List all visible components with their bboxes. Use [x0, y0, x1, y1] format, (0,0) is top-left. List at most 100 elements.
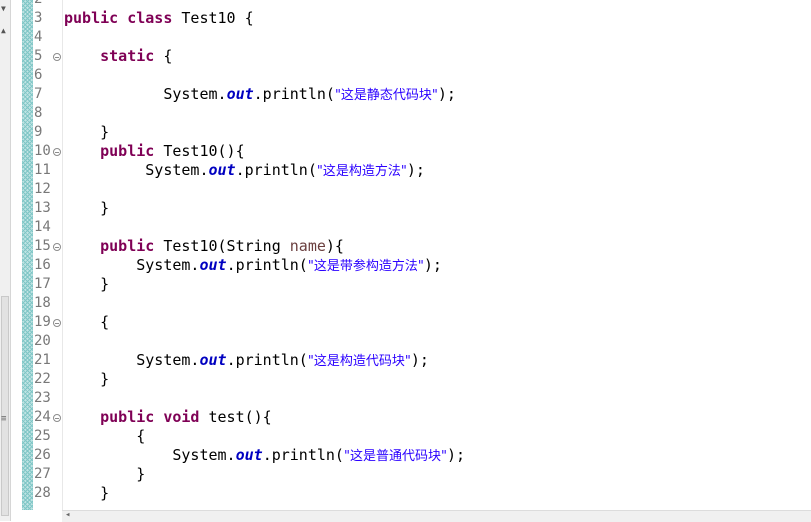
collapse-minus-icon[interactable] — [53, 148, 61, 156]
line-number: 25 — [34, 428, 51, 444]
field-token: out — [208, 161, 236, 179]
line-number: 16 — [34, 257, 51, 273]
code-line[interactable]: System.out.println("这是构造代码块"); — [64, 351, 429, 370]
keyword-token: public — [100, 237, 155, 255]
collapse-minus-icon[interactable] — [53, 319, 61, 327]
code-line[interactable]: } — [64, 465, 145, 484]
code-token: } — [64, 123, 110, 141]
code-token: Test10(){ — [154, 142, 245, 160]
code-token: System. — [64, 256, 200, 274]
line-number: 26 — [34, 447, 51, 463]
keyword-token: public void — [100, 408, 200, 426]
line-number: 13 — [34, 200, 51, 216]
line-number: 6 — [34, 67, 43, 83]
code-line[interactable]: System.out.println("这是静态代码块"); — [64, 85, 456, 104]
parameter-token: name — [289, 237, 326, 255]
code-line[interactable]: static { — [64, 47, 172, 66]
code-token: test(){ — [199, 408, 272, 426]
code-line[interactable]: public void test(){ — [64, 408, 272, 427]
code-token: } — [64, 465, 146, 483]
string-token: "这是带参构造方法" — [307, 259, 424, 274]
line-number: 11 — [34, 162, 51, 178]
code-token: ); — [446, 446, 465, 464]
line-number: 9 — [34, 124, 43, 140]
field-token: out — [199, 256, 227, 274]
code-token: ){ — [325, 237, 344, 255]
code-token: Test10 { — [172, 9, 254, 27]
collapse-minus-icon[interactable] — [53, 414, 61, 422]
keyword-token: public — [100, 142, 155, 160]
line-number: 17 — [34, 276, 51, 292]
horizontal-scrollbar[interactable]: ◂ — [62, 510, 811, 522]
code-token: .println( — [262, 446, 344, 464]
code-token: ); — [410, 351, 429, 369]
code-token: System. — [64, 85, 227, 103]
code-token: } — [64, 199, 110, 217]
collapse-minus-icon[interactable] — [53, 243, 61, 251]
left-arrow-icon[interactable]: ◂ — [65, 510, 70, 520]
line-number: 23 — [34, 390, 51, 406]
code-line[interactable]: } — [64, 199, 109, 218]
field-token: out — [226, 85, 254, 103]
chevron-up-icon[interactable]: ▲ — [1, 26, 6, 35]
code-token: ); — [423, 256, 442, 274]
line-number: 8 — [34, 105, 43, 121]
code-token: { — [64, 427, 146, 445]
code-line[interactable]: System.out.println("这是构造方法"); — [64, 161, 425, 180]
overview-ruler — [22, 0, 33, 510]
code-line[interactable]: public Test10(){ — [64, 142, 245, 161]
code-line[interactable]: public Test10(String name){ — [64, 237, 344, 256]
code-line[interactable]: { — [64, 313, 109, 332]
line-number: 28 — [34, 485, 51, 501]
line-number: 2 — [34, 0, 64, 9]
code-line[interactable]: } — [64, 484, 109, 503]
code-token: .println( — [253, 85, 335, 103]
line-number: 4 — [34, 29, 43, 45]
code-token: .println( — [235, 161, 317, 179]
collapse-minus-icon[interactable] — [53, 53, 61, 61]
code-token: ); — [437, 85, 456, 103]
code-line[interactable]: System.out.println("这是普通代码块"); — [64, 446, 465, 465]
code-token: System. — [64, 161, 209, 179]
line-number: 21 — [34, 352, 51, 368]
line-number: 14 — [34, 219, 51, 235]
code-line[interactable]: public class Test10 { — [64, 9, 254, 28]
field-token: out — [199, 351, 227, 369]
code-token: } — [64, 275, 110, 293]
line-number: 27 — [34, 466, 51, 482]
string-token: "这是静态代码块" — [334, 88, 438, 103]
code-token: System. — [64, 351, 200, 369]
line-number: 7 — [34, 86, 43, 102]
code-token: } — [64, 484, 110, 502]
string-token: "这是普通代码块" — [343, 449, 447, 464]
code-token: { — [154, 47, 173, 65]
line-number: 18 — [34, 295, 51, 311]
code-token: System. — [64, 446, 236, 464]
chevron-down-icon[interactable]: ▼ — [1, 4, 6, 13]
keyword-token: public class — [64, 9, 173, 27]
code-line[interactable]: } — [64, 370, 109, 389]
left-scrollbar[interactable]: ▼ ▲ ≡ — [0, 0, 11, 521]
code-token: Test10(String — [154, 237, 290, 255]
code-line[interactable]: } — [64, 123, 109, 142]
code-token: ); — [406, 161, 425, 179]
code-token: .println( — [226, 351, 308, 369]
scroll-thumb[interactable] — [1, 296, 9, 516]
keyword-token: static — [100, 47, 155, 65]
line-number: 3 — [34, 10, 43, 26]
grip-icon: ≡ — [1, 414, 7, 424]
line-number: 22 — [34, 371, 51, 387]
code-line[interactable]: } — [64, 275, 109, 294]
line-number: 20 — [34, 333, 51, 349]
code-token: .println( — [226, 256, 308, 274]
line-number: 12 — [34, 181, 51, 197]
code-line[interactable]: System.out.println("这是带参构造方法"); — [64, 256, 442, 275]
string-token: "这是构造方法" — [316, 164, 407, 179]
code-token: } — [64, 370, 110, 388]
code-token: { — [64, 313, 110, 331]
code-line[interactable]: { — [64, 427, 145, 446]
